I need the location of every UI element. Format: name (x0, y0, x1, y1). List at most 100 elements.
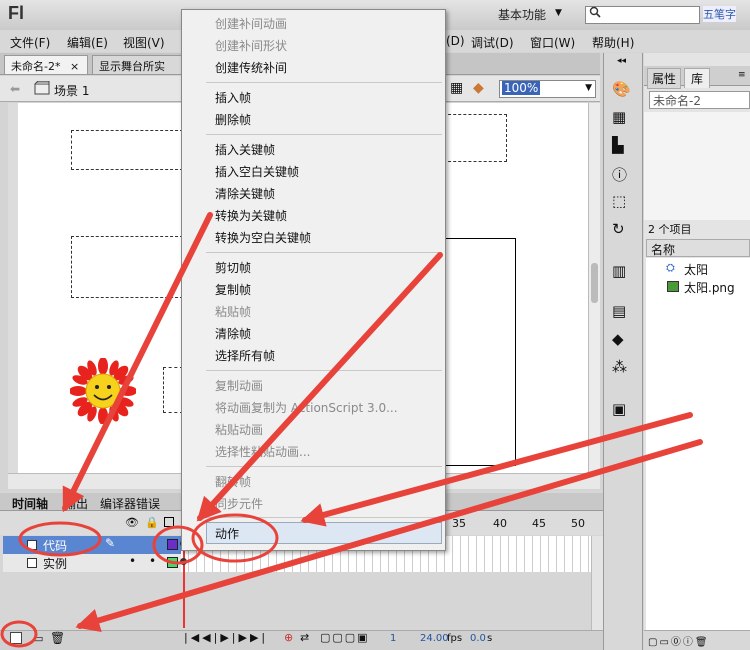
menu-help[interactable]: 帮助(H) (592, 34, 634, 51)
menu-control[interactable]: (D) (446, 34, 465, 48)
transform-icon[interactable]: ⬚ (612, 192, 632, 212)
library-column-header[interactable]: 名称 (646, 239, 750, 257)
menu-separator (206, 134, 442, 135)
stage-vertical-scrollbar[interactable] (588, 103, 600, 473)
library-item-sun-png[interactable]: 太阳.png (664, 278, 750, 296)
workspace-selector[interactable]: 基本功能 (498, 6, 546, 23)
menu-item-clear-keyframe[interactable]: 清除关键帧 (215, 185, 275, 202)
outline-color-swatch[interactable] (167, 539, 178, 550)
column-name: 名称 (651, 243, 676, 257)
sun-icon[interactable] (70, 358, 136, 424)
text-field-placeholder[interactable] (71, 130, 183, 170)
frame-number: 35 (452, 517, 466, 530)
pencil-icon: ✎ (105, 536, 116, 550)
chevron-down-icon[interactable]: ▼ (585, 83, 592, 93)
motion-presets-icon[interactable]: ▤ (612, 302, 632, 322)
library-document-select[interactable]: 未命名-2 (649, 91, 750, 109)
layer-icon (27, 540, 37, 550)
color-icon[interactable]: 🎨 (612, 80, 632, 100)
library-list (646, 258, 750, 630)
menu-item-convert-to-blank-keyframe[interactable]: 转换为空白关键帧 (215, 229, 311, 246)
library-icon[interactable]: ▥ (612, 262, 632, 282)
menu-item-copy-motion-as-as3: 将动画复制为 ActionScript 3.0... (215, 401, 398, 415)
lock-icon[interactable]: 🔒 (145, 516, 159, 529)
tab-show-stage[interactable]: 显示舞台所实 (92, 55, 184, 74)
visible-dot[interactable]: • (129, 554, 136, 568)
lock-dot[interactable]: • (149, 554, 156, 568)
keyframe[interactable] (180, 558, 187, 565)
library-item-label: 太阳.png (684, 281, 735, 295)
menu-item-reverse-frames: 翻转帧 (215, 475, 252, 489)
menu-item-copy-motion: 复制动画 (215, 379, 264, 393)
tab-output[interactable]: 输出 (64, 495, 88, 512)
bitmap-icon (667, 281, 679, 292)
timeline-scrollbar[interactable] (591, 536, 603, 630)
library-item-sun[interactable]: ⛭ 太阳 (664, 260, 750, 278)
movie-explorer-icon[interactable]: ▣ (612, 400, 632, 420)
playback-controls[interactable]: |◀◀|▶|▶▶| (184, 631, 268, 644)
tab-library[interactable]: 库 (684, 68, 711, 88)
swatches-icon[interactable]: ▦ (612, 108, 632, 128)
frame-number: 40 (493, 517, 507, 530)
menu-item-paste-frames: 粘贴帧 (215, 305, 252, 319)
menu-item-copy-frames[interactable]: 复制帧 (215, 281, 251, 298)
menu-item-insert-frame[interactable]: 插入帧 (215, 89, 251, 106)
loop-icon[interactable]: ⇄ (300, 631, 309, 644)
menu-edit[interactable]: 编辑(E) (67, 34, 108, 51)
back-arrow-icon[interactable]: ⬅ (10, 82, 20, 96)
trash-icon[interactable]: 🗑 (50, 631, 65, 645)
outline-color-swatch[interactable] (167, 557, 178, 568)
onion-skin-icon[interactable]: ⊕ (284, 631, 293, 644)
menu-item-create-motion-tween: 创建补间动画 (215, 17, 288, 31)
movieclip-icon: ⛭ (666, 261, 675, 274)
menu-item-insert-blank-keyframe[interactable]: 插入空白关键帧 (215, 163, 299, 180)
new-folder-icon[interactable]: ▭ (33, 632, 43, 645)
component-inspector-icon[interactable]: ⁂ (612, 358, 632, 378)
eye-icon[interactable]: 👁 (125, 516, 139, 529)
outline-icon[interactable] (164, 517, 174, 527)
current-frame[interactable]: 1 (390, 633, 396, 644)
tab-untitled-2[interactable]: 未命名-2* × (4, 55, 88, 74)
components-icon[interactable]: ◆ (612, 330, 632, 350)
menu-separator (206, 517, 442, 518)
menu-item-paste-motion: 粘贴动画 (215, 423, 264, 437)
text-field-placeholder[interactable] (163, 367, 183, 413)
tab-compiler-errors[interactable]: 编译器错误 (100, 495, 160, 512)
menu-item-cut-frames[interactable]: 剪切帧 (215, 259, 251, 276)
menu-item-create-classic-tween[interactable]: 创建传统补间 (215, 59, 287, 76)
frame-number: 45 (532, 517, 546, 530)
menu-item-actions[interactable]: 动作 (215, 525, 239, 542)
tab-timeline[interactable]: 时间轴 (12, 495, 48, 512)
menu-item-clear-frames[interactable]: 清除帧 (215, 325, 251, 342)
layer-row-instance[interactable]: 实例 • • (3, 554, 181, 572)
tab-properties[interactable]: 属性 (647, 68, 682, 89)
edit-symbol-icon[interactable]: ▦ (450, 80, 463, 96)
panel-menu-icon[interactable]: ≡ (738, 70, 746, 80)
menu-debug[interactable]: 调试(D) (471, 34, 514, 51)
menu-item-select-all-frames[interactable]: 选择所有帧 (215, 347, 275, 364)
menu-file[interactable]: 文件(F) (10, 34, 50, 51)
text-field-placeholder[interactable] (71, 236, 183, 298)
close-icon[interactable]: × (70, 60, 79, 73)
help-search-input[interactable] (585, 6, 700, 24)
history-icon[interactable]: ↻ (612, 220, 632, 240)
menu-window[interactable]: 窗口(W) (530, 34, 575, 51)
menu-view[interactable]: 视图(V) (123, 34, 165, 51)
edit-scene-icon[interactable]: ◆ (473, 80, 484, 96)
menu-item-convert-to-keyframe[interactable]: 转换为关键帧 (215, 207, 287, 224)
zoom-select[interactable]: 100% ▼ (499, 80, 596, 98)
collapse-icon[interactable]: ◂◂ (617, 56, 626, 66)
info-icon[interactable]: ⓘ (612, 164, 632, 184)
onion-skin-controls[interactable]: ▢▢▢▣ (320, 631, 370, 644)
chevron-down-icon[interactable]: ▼ (555, 8, 562, 18)
library-item-label: 太阳 (684, 263, 709, 277)
menu-item-insert-keyframe[interactable]: 插入关键帧 (215, 141, 275, 158)
library-actions-icon[interactable]: ▢▭⓪ⓘ🗑 (648, 633, 710, 648)
align-icon[interactable]: ▙ (612, 136, 632, 156)
frame-rate[interactable]: 24.00 (420, 633, 449, 644)
menu-item-remove-frames[interactable]: 删除帧 (215, 111, 251, 128)
new-layer-icon[interactable] (10, 632, 22, 644)
text-field-placeholder[interactable] (443, 114, 507, 162)
scene-icon (34, 81, 50, 95)
layer-row-code[interactable]: 代码 ✎ (3, 536, 181, 554)
